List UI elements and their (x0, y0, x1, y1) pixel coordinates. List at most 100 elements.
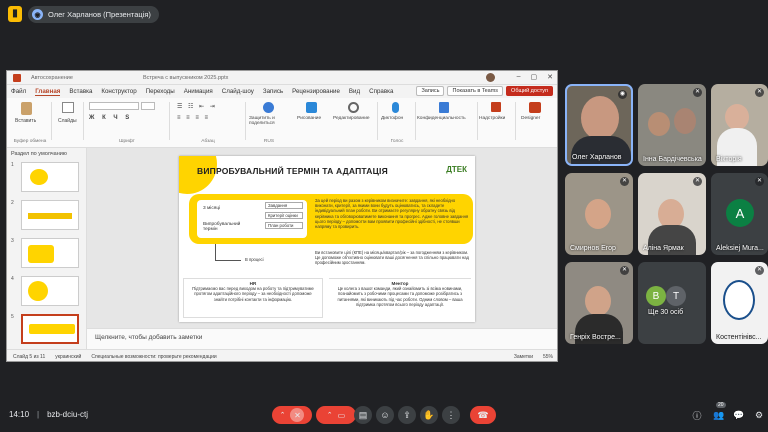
tag-criteria: Критерії оцінки (265, 212, 303, 219)
slide-thumb-3[interactable] (21, 238, 79, 268)
menu-slideshow[interactable]: Слайд-шоу (222, 88, 254, 95)
meeting-code[interactable]: bzb-dciu-ctj (47, 410, 88, 419)
participant-tile[interactable]: ✕ Генріх Востре... (565, 262, 633, 344)
menu-file[interactable]: Файл (11, 88, 26, 95)
ribbon-voice: Диктофон Голос (381, 100, 413, 144)
menu-transitions[interactable]: Переходы (146, 88, 175, 95)
participant-tile[interactable]: ◉ Олег Харланов (565, 84, 633, 166)
hr-text: Підтримаємо вас перед виходом на роботу … (192, 286, 314, 302)
close-icon[interactable]: ✕ (547, 73, 553, 81)
participant-video (571, 136, 631, 164)
camera-off-icon[interactable]: ▭ (338, 411, 346, 420)
menu-view[interactable]: Вид (349, 88, 360, 95)
participant-tile[interactable]: A ✕ Aleksiej Mura... (711, 173, 768, 255)
participant-tile[interactable]: ✕ Костентінівс... (711, 262, 768, 344)
paste-label[interactable]: Вставить (15, 118, 36, 124)
font-family-select[interactable] (89, 102, 139, 110)
menu-insert[interactable]: Вставка (69, 88, 92, 95)
menu-design[interactable]: Конструктор (101, 88, 136, 95)
user-avatar[interactable] (486, 73, 495, 82)
menu-animation[interactable]: Анимация (184, 88, 213, 95)
teams-button[interactable]: Показать в Teams (447, 86, 504, 96)
raise-hand-button[interactable]: ✋ (420, 406, 438, 424)
share-button[interactable]: Общий доступ (506, 86, 553, 96)
align-buttons[interactable]: ≡ ≡ ≡ ≡ (177, 115, 210, 121)
menu-help[interactable]: Справка (369, 88, 393, 95)
more-participants-tile[interactable]: B T Ще 30 осіб (638, 262, 706, 344)
more-options-button[interactable]: ⋮ (442, 406, 460, 424)
presenter-chip[interactable]: ◉ Олег Харланов (Презентація) (28, 6, 159, 23)
notes-toggle[interactable]: Заметки (514, 354, 533, 360)
drawing-label[interactable]: Рисование (297, 116, 321, 121)
slide-thumb-1[interactable] (21, 162, 79, 192)
zoom-level[interactable]: 55% (543, 354, 553, 360)
reactions-button[interactable]: ☺ (376, 406, 394, 424)
protect-icon[interactable] (263, 102, 274, 113)
participant-video (581, 96, 619, 140)
chevron-up-icon[interactable]: ⌃ (327, 411, 333, 419)
chevron-up-icon[interactable]: ⌃ (280, 411, 286, 419)
participant-video (648, 112, 670, 136)
info-icon[interactable]: ⓘ (690, 408, 704, 422)
captions-button[interactable]: ▤ (354, 406, 372, 424)
minimize-icon[interactable]: – (517, 73, 521, 81)
designer-label[interactable]: Designer (521, 116, 540, 121)
rus-label: RUS (263, 139, 275, 144)
designer-icon[interactable] (529, 102, 541, 113)
slide-thumb-5[interactable] (21, 314, 79, 344)
menu-home[interactable]: Главная (35, 88, 61, 96)
chat-icon[interactable]: 💬 (732, 408, 746, 422)
activities-icon[interactable]: ⚙ (752, 408, 766, 422)
addins-label[interactable]: Надстройки (479, 116, 505, 121)
maximize-icon[interactable]: ▢ (531, 73, 538, 81)
ribbon-designer: Designer (519, 100, 551, 144)
shapes-icon[interactable] (306, 102, 317, 113)
slides-label[interactable]: Слайды (58, 118, 77, 124)
participant-tile[interactable]: ✕ Вікторія (711, 84, 768, 166)
notes-pane[interactable]: Щелкните, чтобы добавить заметки (87, 328, 557, 349)
editing-label[interactable]: Редактирование (333, 116, 370, 121)
in-process-label: В процесі (245, 257, 264, 262)
list-buttons[interactable]: ☰ ☷ ⇤ ⇥ (177, 103, 217, 110)
slide-thumb-2[interactable] (21, 200, 79, 230)
slides-icon[interactable] (62, 102, 74, 113)
participant-tile[interactable]: ✕ Інна Бардічевська (638, 84, 706, 166)
section-label[interactable]: Раздел по умолчанию (7, 148, 86, 160)
mic-off-icon[interactable]: ✕ (290, 408, 305, 422)
addins-icon[interactable] (491, 102, 501, 112)
thumb-number: 5 (11, 314, 14, 320)
slide-thumb-4[interactable] (21, 276, 79, 306)
font-label: Шрифт (119, 139, 135, 144)
participant-video (585, 286, 611, 316)
ppt-menu: Файл Главная Вставка Конструктор Переход… (7, 85, 557, 98)
record-button[interactable]: Запись (416, 86, 445, 96)
present-button[interactable]: ⇪ (398, 406, 416, 424)
people-icon[interactable]: 👥 (712, 408, 726, 422)
find-icon[interactable] (348, 102, 359, 113)
font-size-select[interactable] (141, 102, 155, 110)
mic-icon[interactable] (392, 102, 399, 113)
mic-control[interactable]: ⌃ ✕ (272, 406, 312, 424)
participant-tile[interactable]: ✕ Аліна Ярмак (638, 173, 706, 255)
mic-off-icon: ✕ (620, 266, 629, 275)
font-format-buttons[interactable]: Ж К Ч S (89, 115, 132, 121)
dictate-label[interactable]: Диктофон (381, 116, 403, 121)
language-status[interactable]: украинский (55, 354, 81, 360)
slide-counter: Слайд 5 из 11 (13, 353, 46, 360)
camera-control[interactable]: ⌃ ▭ (316, 406, 356, 424)
paste-icon[interactable] (21, 102, 32, 115)
menu-record[interactable]: Запись (263, 88, 283, 95)
powerpoint-icon (13, 73, 21, 82)
participant-count-badge: 20 (716, 402, 726, 408)
current-slide[interactable]: ВИПРОБУВАЛЬНИЙ ТЕРМІН ТА АДАПТАЦІЯ ДТЕК … (179, 156, 475, 322)
clipboard-label: Буфер обмена (13, 139, 47, 144)
participant-name: Смирнов Егор (570, 245, 616, 252)
participant-tile[interactable]: ✕ Смирнов Егор (565, 173, 633, 255)
accessibility-status[interactable]: Специальные возможности: проверьте реком… (91, 354, 216, 360)
menu-review[interactable]: Рецензирование (292, 88, 340, 95)
protect-label[interactable]: Защитить и поделиться (249, 116, 289, 126)
confidentiality-label[interactable]: Конфиденциальность (417, 116, 466, 121)
leave-call-button[interactable]: ☎ (470, 406, 496, 424)
sensitivity-icon[interactable] (439, 102, 449, 113)
top-bar: ▮ ◉ Олег Харланов (Презентація) (0, 0, 768, 28)
